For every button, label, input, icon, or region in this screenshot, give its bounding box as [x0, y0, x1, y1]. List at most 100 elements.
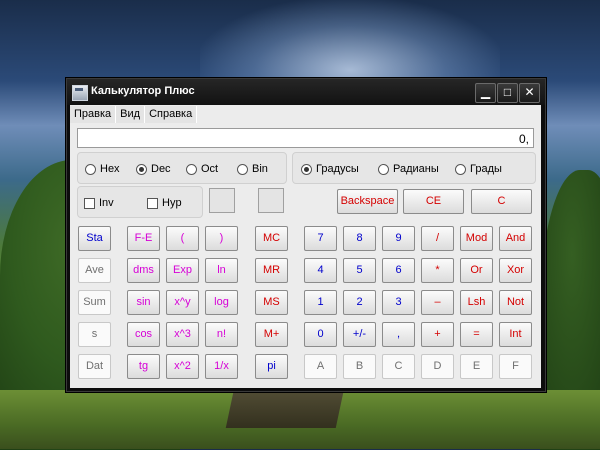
minimize-button[interactable]: ▁	[475, 83, 496, 103]
radio-oct[interactable]: Oct	[186, 163, 218, 175]
checkbox-hyp[interactable]: Hyp	[147, 197, 182, 209]
ave-button[interactable]: Ave	[78, 258, 111, 283]
result-display: 0,	[77, 128, 534, 148]
dat-button[interactable]: Dat	[78, 354, 111, 379]
radio-label: Dec	[151, 163, 171, 175]
radio-dot-checked-icon	[136, 163, 147, 175]
radio-dot-checked-icon	[301, 163, 312, 175]
factorial-button[interactable]: n!	[205, 322, 238, 347]
digit-2-button[interactable]: 2	[343, 290, 376, 315]
radio-label: Грады	[470, 163, 502, 175]
pi-button[interactable]: pi	[255, 354, 288, 379]
maximize-button[interactable]: □	[497, 83, 518, 103]
negate-button[interactable]: +/-	[343, 322, 376, 347]
checkbox-label: Inv	[99, 197, 114, 209]
menu-view[interactable]: Вид	[116, 106, 146, 123]
tg-button[interactable]: tg	[127, 354, 160, 379]
s-button[interactable]: s	[78, 322, 111, 347]
subtract-button[interactable]: –	[421, 290, 454, 315]
ms-button[interactable]: MS	[255, 290, 288, 315]
radio-dec[interactable]: Dec	[136, 163, 171, 175]
digit-7-button[interactable]: 7	[304, 226, 337, 251]
memory-indicator	[258, 188, 284, 213]
lsh-button[interactable]: Lsh	[460, 290, 493, 315]
close-button[interactable]: ✕	[519, 83, 540, 103]
digit-3-button[interactable]: 3	[382, 290, 415, 315]
digit-4-button[interactable]: 4	[304, 258, 337, 283]
menu-bar: Правка Вид Справка	[70, 106, 198, 123]
m-plus-button[interactable]: M+	[255, 322, 288, 347]
radio-label: Hex	[100, 163, 120, 175]
mod-button[interactable]: Mod	[460, 226, 493, 251]
exp-button[interactable]: Exp	[166, 258, 199, 283]
int-button[interactable]: Int	[499, 322, 532, 347]
hex-a-button[interactable]: A	[304, 354, 337, 379]
radio-dot-icon	[455, 163, 466, 175]
square-button[interactable]: x^2	[166, 354, 199, 379]
not-button[interactable]: Not	[499, 290, 532, 315]
divide-button[interactable]: /	[421, 226, 454, 251]
mr-button[interactable]: MR	[255, 258, 288, 283]
radio-dot-icon	[186, 163, 197, 175]
background-barn	[225, 388, 345, 428]
radio-label: Радианы	[393, 163, 439, 175]
menu-edit[interactable]: Правка	[70, 106, 117, 123]
radio-dot-icon	[85, 163, 96, 175]
digit-5-button[interactable]: 5	[343, 258, 376, 283]
digit-9-button[interactable]: 9	[382, 226, 415, 251]
radio-bin[interactable]: Bin	[237, 163, 268, 175]
mc-button[interactable]: MC	[255, 226, 288, 251]
digit-6-button[interactable]: 6	[382, 258, 415, 283]
radio-dot-icon	[237, 163, 248, 175]
radio-degrees[interactable]: Градусы	[301, 163, 359, 175]
backspace-button[interactable]: Backspace	[337, 189, 398, 214]
sum-button[interactable]: Sum	[78, 290, 111, 315]
hex-f-button[interactable]: F	[499, 354, 532, 379]
menu-help[interactable]: Справка	[145, 106, 198, 123]
log-button[interactable]: log	[205, 290, 238, 315]
open-paren-button[interactable]: (	[166, 226, 199, 251]
calculator-body: Правка Вид Справка 0, Hex Dec Oct Bin Гр…	[70, 105, 541, 388]
calculator-window: Калькулятор Плюс ▁ □ ✕ Правка Вид Справк…	[66, 78, 546, 392]
digit-0-button[interactable]: 0	[304, 322, 337, 347]
decimal-button[interactable]: ,	[382, 322, 415, 347]
sin-button[interactable]: sin	[127, 290, 160, 315]
clear-button[interactable]: C	[471, 189, 532, 214]
radio-grads[interactable]: Грады	[455, 163, 502, 175]
radio-label: Градусы	[316, 163, 359, 175]
number-base-group: Hex Dec Oct Bin	[77, 152, 287, 184]
hex-c-button[interactable]: C	[382, 354, 415, 379]
power-button[interactable]: x^y	[166, 290, 199, 315]
close-paren-button[interactable]: )	[205, 226, 238, 251]
modifier-group: Inv Hyp	[77, 186, 203, 218]
ln-button[interactable]: ln	[205, 258, 238, 283]
radio-label: Oct	[201, 163, 219, 175]
hex-b-button[interactable]: B	[343, 354, 376, 379]
radio-radians[interactable]: Радианы	[378, 163, 439, 175]
hex-d-button[interactable]: D	[421, 354, 454, 379]
parenthesis-indicator	[209, 188, 235, 213]
cube-button[interactable]: x^3	[166, 322, 199, 347]
checkbox-label: Hyp	[162, 197, 182, 209]
equals-button[interactable]: =	[460, 322, 493, 347]
angle-unit-group: Градусы Радианы Грады	[292, 152, 536, 184]
hex-e-button[interactable]: E	[460, 354, 493, 379]
checkbox-inv[interactable]: Inv	[84, 197, 114, 209]
title-bar[interactable]: Калькулятор Плюс ▁ □ ✕	[67, 79, 545, 105]
calculator-app-icon	[72, 85, 88, 101]
xor-button[interactable]: Xor	[499, 258, 532, 283]
window-title: Калькулятор Плюс	[91, 85, 195, 97]
fe-button[interactable]: F-E	[127, 226, 160, 251]
radio-hex[interactable]: Hex	[85, 163, 120, 175]
digit-1-button[interactable]: 1	[304, 290, 337, 315]
add-button[interactable]: +	[421, 322, 454, 347]
cos-button[interactable]: cos	[127, 322, 160, 347]
reciprocal-button[interactable]: 1/x	[205, 354, 238, 379]
or-button[interactable]: Or	[460, 258, 493, 283]
clear-entry-button[interactable]: CE	[403, 189, 464, 214]
dms-button[interactable]: dms	[127, 258, 160, 283]
digit-8-button[interactable]: 8	[343, 226, 376, 251]
sta-button[interactable]: Sta	[78, 226, 111, 251]
multiply-button[interactable]: *	[421, 258, 454, 283]
and-button[interactable]: And	[499, 226, 532, 251]
